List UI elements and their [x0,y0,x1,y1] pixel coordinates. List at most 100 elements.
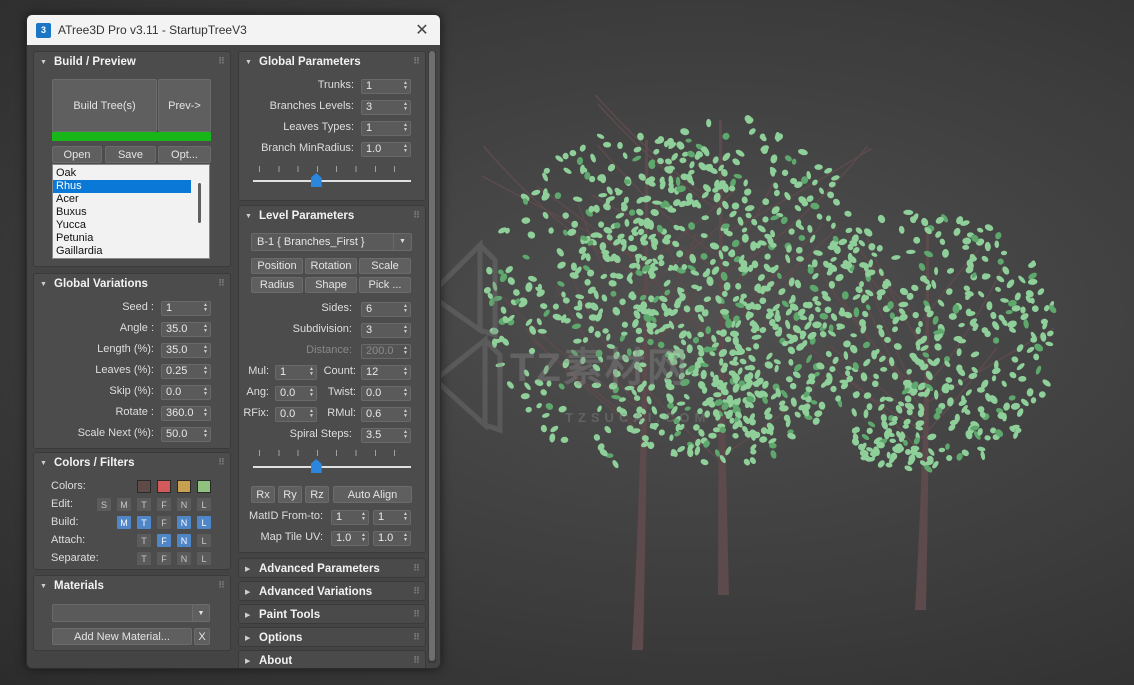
rollout-header[interactable]: ▶ About ⠿ [239,651,425,668]
color-swatch[interactable] [157,480,171,493]
spinner-arrows-icon[interactable]: ▲ ▼ [309,388,314,398]
spiral-steps-spinner[interactable]: 3.5 ▲ ▼ [361,428,411,443]
spinner-arrows-icon[interactable]: ▲ ▼ [203,324,208,334]
spinner-arrows-icon[interactable]: ▲ ▼ [403,325,408,335]
gv-field-spinner[interactable]: 0.25 ▲ ▼ [161,364,211,379]
tree-list-item[interactable]: Yucca [53,219,191,232]
gv-field-spinner[interactable]: 50.0 ▲ ▼ [161,427,211,442]
matid-to-spinner[interactable]: 1 ▲ ▼ [373,510,411,525]
matid-from-spinner[interactable]: 1 ▲ ▼ [331,510,369,525]
spinner-arrows-icon[interactable]: ▲ ▼ [203,429,208,439]
filter-toggle[interactable]: F [157,552,171,565]
level-tab-button[interactable]: Pick ... [359,277,411,293]
rz-button[interactable]: Rz [305,486,329,503]
gv-field-spinner[interactable]: 35.0 ▲ ▼ [161,322,211,337]
sides-spinner[interactable]: 6 ▲ ▼ [361,302,411,317]
options-button[interactable]: Opt... [158,146,211,163]
map-tile-u-spinner[interactable]: 1.0 ▲ ▼ [331,531,369,546]
filter-toggle[interactable]: T [137,552,151,565]
tree-list-item[interactable]: Acer [53,193,191,206]
spinner-arrows-icon[interactable]: ▲ ▼ [203,387,208,397]
filter-toggle[interactable]: L [197,498,211,511]
filter-toggle[interactable]: M [117,498,131,511]
list-scrollbar[interactable] [193,169,206,255]
gp-field-spinner[interactable]: 1 ▲ ▼ [361,79,411,94]
rollout-collapsed[interactable]: ▶ About ⠿ [238,650,426,668]
list-scroll-thumb[interactable] [198,183,201,223]
tree-list-item[interactable]: Petunia [53,232,191,245]
spinner-arrows-icon[interactable]: ▲ ▼ [203,366,208,376]
global-slider-track[interactable] [253,180,411,182]
level-select[interactable]: B-1 { Branches_First } ▼ [251,233,412,251]
filter-toggle[interactable]: F [157,516,171,529]
tree-list-item[interactable]: Rhus [53,180,191,193]
build-trees-button[interactable]: Build Tree(s) [52,79,157,132]
title-bar[interactable]: 3 ATree3D Pro v3.11 - StartupTreeV3 ✕ [27,15,440,45]
rollout-header[interactable]: ▶ Options ⠿ [239,628,425,648]
level-tab-button[interactable]: Radius [251,277,303,293]
filter-toggle[interactable]: L [197,552,211,565]
color-swatch[interactable] [197,480,211,493]
filter-toggle[interactable]: F [157,498,171,511]
filter-toggle[interactable]: S [97,498,111,511]
filter-toggle[interactable]: M [117,516,131,529]
save-button[interactable]: Save [105,146,156,163]
spinner-arrows-icon[interactable]: ▲ ▼ [403,512,408,522]
spinner-arrows-icon[interactable]: ▲ ▼ [309,409,314,419]
filter-toggle[interactable]: T [137,534,151,547]
filter-toggle[interactable]: T [137,498,151,511]
spinner-arrows-icon[interactable]: ▲ ▼ [403,409,408,419]
tree-list[interactable]: Oak Rhus Acer Buxus Yucca Petunia Gaillardia [52,164,210,259]
gv-field-spinner[interactable]: 35.0 ▲ ▼ [161,343,211,358]
filter-toggle[interactable]: F [157,534,171,547]
chevron-down-icon[interactable]: ▼ [192,604,210,622]
spinner-arrows-icon[interactable]: ▲ ▼ [309,367,314,377]
spinner-arrows-icon[interactable]: ▲ ▼ [403,304,408,314]
mul-spinner[interactable]: 1 ▲ ▼ [275,365,317,380]
spinner-arrows-icon[interactable]: ▲ ▼ [203,408,208,418]
spinner-arrows-icon[interactable]: ▲ ▼ [403,102,408,112]
filter-toggle[interactable]: N [177,552,191,565]
level-slider-thumb[interactable] [310,459,322,473]
ang-spinner[interactable]: 0.0 ▲ ▼ [275,386,317,401]
filter-toggle[interactable]: L [197,516,211,529]
spinner-arrows-icon[interactable]: ▲ ▼ [403,123,408,133]
level-tab-button[interactable]: Shape [305,277,357,293]
rollout-collapsed[interactable]: ▶ Advanced Parameters ⠿ [238,558,426,578]
rollout-header[interactable]: ▼ Materials ⠿ [34,576,230,596]
gp-field-spinner[interactable]: 1 ▲ ▼ [361,121,411,136]
tree-list-item[interactable]: Oak [53,167,191,180]
close-icon[interactable]: ✕ [410,18,434,42]
filter-toggle[interactable]: T [137,516,151,529]
spinner-arrows-icon[interactable]: ▲ ▼ [361,533,366,543]
filter-toggle[interactable]: N [177,516,191,529]
rollout-header[interactable]: ▶ Advanced Parameters ⠿ [239,559,425,579]
panel-scrollbar[interactable] [428,51,436,663]
spinner-arrows-icon[interactable]: ▲ ▼ [403,430,408,440]
subdivision-spinner[interactable]: 3 ▲ ▼ [361,323,411,338]
panel-scroll-thumb[interactable] [429,51,435,661]
open-button[interactable]: Open [52,146,102,163]
level-tab-button[interactable]: Scale [359,258,411,274]
level-slider-track[interactable] [253,466,411,468]
spinner-arrows-icon[interactable]: ▲ ▼ [403,533,408,543]
level-tab-button[interactable]: Position [251,258,303,274]
rfix-spinner[interactable]: 0.0 ▲ ▼ [275,407,317,422]
filter-toggle[interactable]: N [177,498,191,511]
rollout-header[interactable]: ▼ Level Parameters ⠿ [239,206,425,226]
rollout-header[interactable]: ▶ Advanced Variations ⠿ [239,582,425,602]
rollout-header[interactable]: ▶ Paint Tools ⠿ [239,605,425,625]
tree-list-item[interactable]: Gaillardia [53,245,191,258]
rollout-collapsed[interactable]: ▶ Paint Tools ⠿ [238,604,426,624]
auto-align-button[interactable]: Auto Align [333,486,412,503]
level-tab-button[interactable]: Rotation [305,258,357,274]
spinner-arrows-icon[interactable]: ▲ ▼ [203,345,208,355]
spinner-arrows-icon[interactable]: ▲ ▼ [403,81,408,91]
count-spinner[interactable]: 12 ▲ ▼ [361,365,411,380]
spinner-arrows-icon[interactable]: ▲ ▼ [403,367,408,377]
preview-button[interactable]: Prev-> [158,79,211,132]
rollout-header[interactable]: ▼ Build / Preview ⠿ [34,52,230,72]
color-swatch[interactable] [137,480,151,493]
rollout-header[interactable]: ▼ Global Variations ⠿ [34,274,230,294]
add-material-button[interactable]: Add New Material... [52,628,192,645]
